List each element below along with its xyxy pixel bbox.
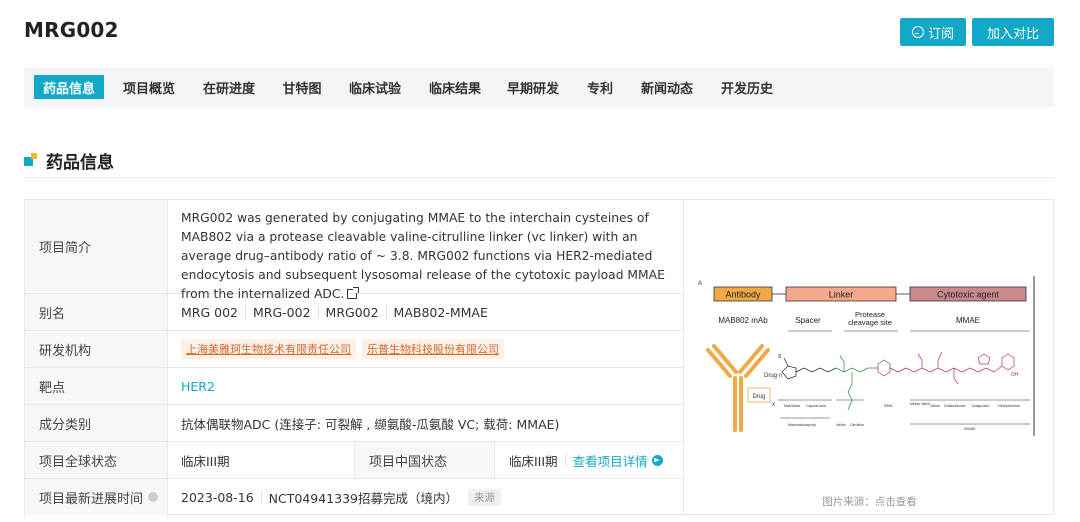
tab-early-research[interactable]: 早期研发	[500, 75, 566, 99]
help-icon[interactable]	[148, 492, 159, 502]
x-label: x	[772, 402, 775, 408]
pabc-structure	[868, 359, 907, 377]
latest-date: 2023-08-16	[181, 489, 254, 505]
row-alias: 别名 MRG 002 MRG-002 MRG002 MAB802-MMAE	[25, 294, 683, 331]
source-badge[interactable]: 来源	[468, 488, 501, 506]
target-value: HER2	[168, 368, 683, 404]
sub-label: Norephedrine	[998, 404, 1020, 408]
mmae-bottom-label: MMAE	[964, 427, 976, 431]
tab-progress[interactable]: 在研进度	[196, 75, 262, 99]
alias-label: 别名	[25, 294, 168, 330]
tab-news[interactable]: 新闻动态	[634, 75, 700, 99]
china-status-label: 项目中国状态	[354, 442, 495, 478]
sub-label: Valine	[930, 404, 940, 408]
sub-label: Methyl valine	[910, 402, 930, 406]
latest-value: 2023-08-16 NCT04941339招募完成（境内） 来源	[168, 479, 683, 515]
cytotoxic-text: Cytotoxic agent	[937, 290, 1000, 300]
tab-overview[interactable]: 项目概览	[116, 75, 182, 99]
row-status: 项目全球状态 临床III期 项目中国状态 临床III期 查看项目详情	[25, 442, 683, 479]
latest-event: NCT04941339招募完成（境内）	[268, 490, 458, 506]
panel-label: A	[698, 281, 702, 287]
alias-item: MRG002	[325, 304, 379, 320]
section-marker-icon	[24, 153, 37, 166]
alias-list: MRG 002 MRG-002 MRG002 MAB802-MMAE	[168, 294, 683, 330]
target-label: 靶点	[25, 368, 168, 404]
subscribe-button[interactable]: 订阅	[900, 18, 966, 46]
org-label: 研发机构	[25, 331, 168, 367]
valine-citrulline-structure	[835, 355, 869, 411]
tab-patents[interactable]: 专利	[580, 75, 620, 99]
sub-label: Valine	[836, 423, 846, 427]
linker-text: Linker	[829, 290, 854, 300]
org-tag[interactable]: 乐普生物科技股份有限公司	[362, 339, 504, 359]
arrow-right-icon[interactable]	[651, 454, 663, 466]
china-status-value-cell: 临床III期 查看项目详情	[495, 442, 683, 478]
structure-figure[interactable]: A Antibody Linker Cytotoxic agent MAB802…	[683, 199, 1054, 515]
category-value: 抗体偶联物ADC (连接子: 可裂解 , 缬氨酸-瓜氨酸 VC; 载荷: MMA…	[181, 416, 560, 432]
mab-label: MAB802 mAb	[718, 316, 768, 325]
latest-label-cell: 项目最新进展时间	[25, 479, 168, 515]
row-target: 靶点 HER2	[25, 368, 683, 405]
global-status-label: 项目全球状态	[25, 442, 168, 478]
sub-label: Maleimidocaproyl	[788, 423, 816, 427]
sub-label: Citrulline	[850, 423, 864, 427]
sub-label: Maleimide	[784, 404, 800, 408]
subscribe-label: 订阅	[927, 26, 954, 42]
svg-text:OH: OH	[1011, 372, 1019, 378]
category-label: 成分类别	[25, 405, 168, 441]
tab-gantt[interactable]: 甘特图	[276, 75, 328, 99]
tab-clinical-trials[interactable]: 临床试验	[342, 75, 408, 99]
linker-structure: S	[778, 354, 837, 380]
antibody-text: Antibody	[725, 290, 761, 300]
page-title: MRG002	[24, 18, 119, 42]
global-status-value: 临床III期	[181, 453, 230, 469]
tab-history[interactable]: 开发历史	[714, 75, 780, 99]
drug-box-label: Drug	[752, 394, 765, 400]
adc-structure-diagram: A Antibody Linker Cytotoxic agent MAB802…	[698, 276, 1035, 436]
alias-item: MAB802-MMAE	[393, 304, 488, 320]
tab-clinical-results[interactable]: 临床结果	[422, 75, 488, 99]
sub-label: Dolaproine	[972, 404, 989, 408]
protease-label-2: cleavage site	[848, 318, 892, 327]
row-org: 研发机构 上海美雅珂生物技术有限责任公司 乐普生物科技股份有限公司	[25, 331, 683, 368]
tab-bar: 药品信息 项目概览 在研进度 甘特图 临床试验 临床结果 早期研发 专利 新闻动…	[24, 67, 1054, 107]
summary-text: MRG002 was generated by conjugating MMAE…	[181, 211, 665, 301]
org-list: 上海美雅珂生物技术有限责任公司 乐普生物科技股份有限公司	[168, 331, 683, 367]
summary-text-block: MRG002 was generated by conjugating MMAE…	[181, 209, 671, 304]
figure-caption[interactable]: 图片来源：点击查看	[684, 494, 1055, 509]
mmae-label: MMAE	[956, 316, 980, 325]
alias-item: MRG-002	[253, 304, 311, 320]
latest-label: 项目最新进展时间	[39, 491, 144, 507]
project-detail-link[interactable]: 查看项目详情	[573, 451, 648, 470]
drug-info-table: 项目简介 MRG002 was generated by conjugating…	[24, 199, 683, 515]
n-label: n	[779, 373, 782, 379]
tab-drug-info[interactable]: 药品信息	[34, 75, 104, 99]
target-link[interactable]: HER2	[181, 379, 215, 394]
sub-label: PABC	[884, 404, 894, 408]
china-status-value: 临床III期	[509, 453, 558, 469]
row-category: 成分类别 抗体偶联物ADC (连接子: 可裂解 , 缬氨酸-瓜氨酸 VC; 载荷…	[25, 405, 683, 442]
alias-item: MRG 002	[181, 304, 238, 320]
sub-label: Dolaisoleuine	[944, 404, 966, 408]
drug-label: Drug	[764, 373, 777, 379]
add-to-compare-button[interactable]: 加入对比	[972, 18, 1054, 46]
row-summary: 项目简介 MRG002 was generated by conjugating…	[25, 200, 683, 301]
summary-label: 项目简介	[25, 200, 168, 293]
spacer-label: Spacer	[795, 316, 821, 325]
row-latest: 项目最新进展时间 2023-08-16 NCT04941339招募完成（境内） …	[25, 479, 683, 515]
subscribe-icon	[911, 26, 924, 38]
section-header: 药品信息	[24, 148, 1054, 178]
mmae-structure: OH	[905, 351, 1019, 385]
svg-text:S: S	[778, 354, 782, 360]
sub-label: Caproic acid	[806, 404, 826, 408]
section-title: 药品信息	[46, 153, 114, 173]
org-tag[interactable]: 上海美雅珂生物技术有限责任公司	[181, 339, 356, 359]
